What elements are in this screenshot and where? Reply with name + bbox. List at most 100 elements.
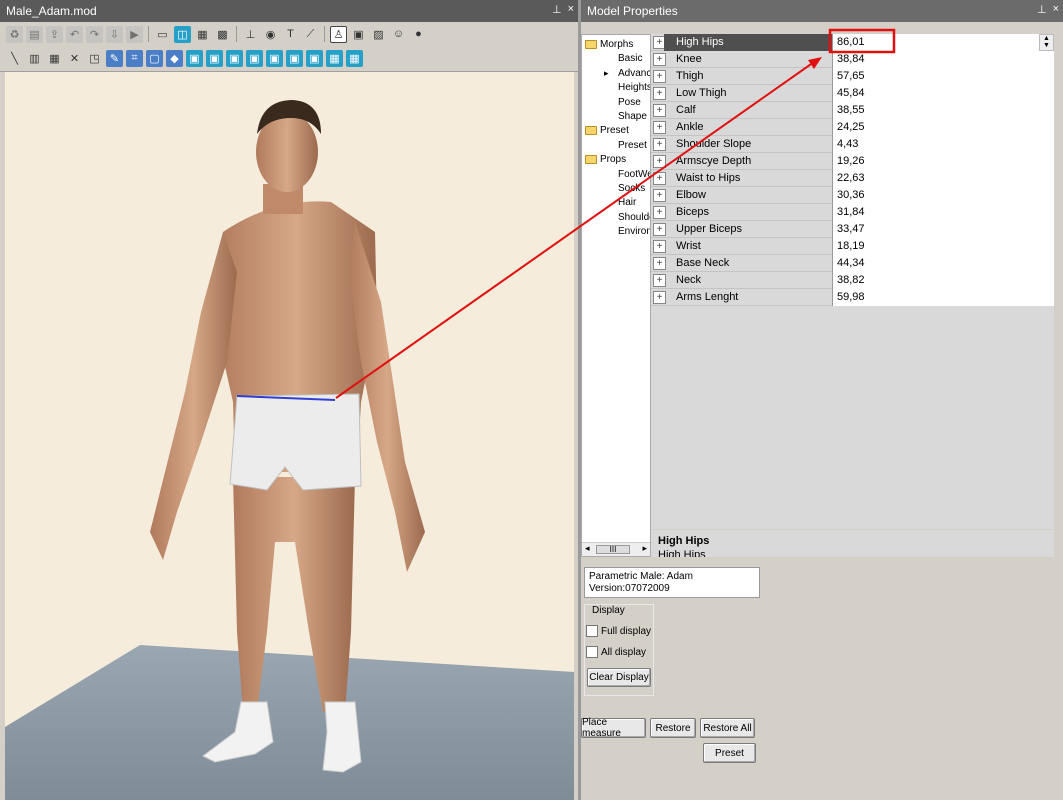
property-row[interactable]: + Knee 38,84 bbox=[651, 50, 1054, 68]
property-value-field[interactable]: 44,34 bbox=[832, 254, 1054, 272]
left-view-icon[interactable]: ▣ bbox=[226, 49, 243, 67]
expand-icon[interactable]: + bbox=[653, 171, 666, 185]
tree-item[interactable]: Heights bbox=[618, 82, 650, 93]
cube-icon[interactable]: ◆ bbox=[166, 49, 183, 67]
redo-icon[interactable]: ↷ bbox=[86, 25, 103, 43]
top-view-icon[interactable]: ▣ bbox=[266, 49, 283, 67]
property-row[interactable]: + Biceps 31,84 bbox=[651, 203, 1054, 221]
property-row[interactable]: + Wrist 18,19 bbox=[651, 237, 1054, 255]
expand-icon[interactable]: + bbox=[653, 154, 666, 168]
expand-icon[interactable]: + bbox=[653, 273, 666, 287]
close-icon[interactable]: × bbox=[1053, 3, 1059, 16]
property-row[interactable]: + Elbow 30,36 bbox=[651, 186, 1054, 204]
expand-icon[interactable]: + bbox=[653, 188, 666, 202]
restore-all-button[interactable]: Restore All bbox=[700, 718, 755, 738]
property-value-field[interactable]: 38,55 bbox=[832, 101, 1054, 119]
property-value-field[interactable]: 45,84 bbox=[832, 84, 1054, 102]
expand-icon[interactable]: + bbox=[653, 222, 666, 236]
user-settings-icon[interactable]: ☺ bbox=[390, 26, 407, 43]
expand-icon[interactable]: + bbox=[653, 205, 666, 219]
property-value-field[interactable]: 57,65 bbox=[832, 67, 1054, 85]
frame-icon[interactable]: ▭ bbox=[154, 26, 171, 43]
open-file-icon[interactable]: ▤ bbox=[26, 25, 43, 43]
property-row[interactable]: + Armscye Depth 19,26 bbox=[651, 152, 1054, 170]
edit-icon[interactable]: ✎ bbox=[106, 49, 123, 67]
property-row[interactable]: + Low Thigh 45,84 bbox=[651, 84, 1054, 102]
back-view-icon[interactable]: ▣ bbox=[206, 49, 223, 67]
tree-item[interactable]: FootWe bbox=[618, 169, 650, 180]
expand-icon[interactable]: + bbox=[653, 256, 666, 270]
front-view-icon[interactable]: ▣ bbox=[186, 49, 203, 67]
all-display-checkbox[interactable]: All display bbox=[586, 646, 646, 658]
property-value-field[interactable]: 24,25 bbox=[832, 118, 1054, 136]
box-icon[interactable]: ▢ bbox=[146, 49, 163, 67]
property-value-field[interactable]: 4,43 bbox=[832, 135, 1054, 153]
expand-icon[interactable]: + bbox=[653, 69, 666, 83]
camera-icon[interactable]: ◉ bbox=[262, 26, 279, 43]
expand-icon[interactable]: + bbox=[653, 103, 666, 117]
scroll-thumb[interactable]: III bbox=[596, 545, 630, 554]
restore-button[interactable]: Restore bbox=[650, 718, 696, 738]
property-row[interactable]: + Ankle 24,25 bbox=[651, 118, 1054, 136]
select-icon[interactable]: ◳ bbox=[86, 50, 103, 67]
place-measure-button[interactable]: Place measure bbox=[581, 717, 646, 739]
image-icon[interactable]: ▨ bbox=[370, 26, 387, 43]
right-view-icon[interactable]: ▣ bbox=[246, 49, 263, 67]
checkbox-box[interactable] bbox=[586, 625, 598, 637]
preset-button[interactable]: Preset bbox=[703, 743, 756, 763]
bottom-view-icon[interactable]: ▣ bbox=[286, 49, 303, 67]
scroll-left-icon[interactable]: ◂ bbox=[585, 543, 590, 554]
property-row[interactable]: + Neck 38,82 bbox=[651, 271, 1054, 289]
wireframe-icon[interactable]: ▦ bbox=[326, 49, 343, 67]
monitor-icon[interactable]: ▣ bbox=[350, 26, 367, 43]
scale-icon[interactable]: ✕ bbox=[66, 50, 83, 67]
sphere-icon[interactable]: ● bbox=[410, 26, 427, 43]
tree-item[interactable]: Socks bbox=[618, 183, 645, 194]
tree-horizontal-scrollbar[interactable]: ◂ III ▸ bbox=[582, 542, 650, 556]
3d-viewport[interactable] bbox=[5, 72, 574, 800]
pin-icon[interactable]: ⊥ bbox=[1037, 3, 1047, 16]
tree-item[interactable]: Basic bbox=[618, 53, 642, 64]
property-row[interactable]: + Thigh 57,65 bbox=[651, 67, 1054, 85]
property-value-field[interactable]: 33,47 bbox=[832, 220, 1054, 238]
bone-icon[interactable]: ⌗ bbox=[126, 49, 143, 67]
property-value-field[interactable]: 19,26 bbox=[832, 152, 1054, 170]
property-row[interactable]: + Base Neck 44,34 bbox=[651, 254, 1054, 272]
expand-icon[interactable]: + bbox=[653, 52, 666, 66]
tree-item[interactable]: Preset bbox=[618, 140, 647, 151]
recycle-icon[interactable]: ♻ bbox=[6, 25, 23, 43]
grid-icon[interactable]: ▩ bbox=[214, 26, 231, 43]
property-row[interactable]: + High Hips 86,01 bbox=[651, 33, 1054, 51]
property-row[interactable]: + Waist to Hips 22,63 bbox=[651, 169, 1054, 187]
ruler-icon[interactable]: ⟋ bbox=[302, 26, 319, 43]
property-row[interactable]: + Upper Biceps 33,47 bbox=[651, 220, 1054, 238]
pose-icon[interactable]: ♙ bbox=[330, 25, 347, 43]
property-value-field[interactable]: 86,01 bbox=[832, 33, 1054, 51]
grid-tool-icon[interactable]: ▦ bbox=[46, 50, 63, 67]
texture-icon[interactable]: ▦ bbox=[346, 49, 363, 67]
expand-icon[interactable]: + bbox=[653, 120, 666, 134]
property-row[interactable]: + Shoulder Slope 4,43 bbox=[651, 135, 1054, 153]
checkbox-box[interactable] bbox=[586, 646, 598, 658]
property-value-field[interactable]: 38,82 bbox=[832, 271, 1054, 289]
tree-item[interactable]: Pose bbox=[618, 97, 641, 108]
axis-icon[interactable]: ⊥ bbox=[242, 26, 259, 43]
undo-icon[interactable]: ↶ bbox=[66, 25, 83, 43]
export-icon[interactable]: ⇪ bbox=[46, 25, 63, 43]
value-spin-control[interactable]: ▲ ▼ bbox=[1039, 34, 1054, 51]
expand-icon[interactable]: + bbox=[653, 290, 666, 304]
split-view-icon[interactable]: ◫ bbox=[174, 25, 191, 43]
close-icon[interactable]: × bbox=[568, 3, 574, 16]
expand-icon[interactable]: + bbox=[653, 137, 666, 151]
full-display-checkbox[interactable]: Full display bbox=[586, 625, 651, 637]
property-value-field[interactable]: 59,98 bbox=[832, 288, 1054, 306]
pin-icon[interactable]: ⊥ bbox=[552, 3, 562, 16]
perspective-icon[interactable]: ▣ bbox=[306, 49, 323, 67]
tree-item[interactable]: Preset bbox=[585, 125, 629, 136]
expand-icon[interactable]: + bbox=[653, 239, 666, 253]
tree-item[interactable]: Shape bbox=[618, 111, 647, 122]
tree-item[interactable]: Props bbox=[585, 154, 626, 165]
tree-item[interactable]: ▸ Advanc bbox=[604, 68, 650, 79]
text-tool-icon[interactable]: T bbox=[282, 26, 299, 43]
import-icon[interactable]: ⇩ bbox=[106, 25, 123, 43]
